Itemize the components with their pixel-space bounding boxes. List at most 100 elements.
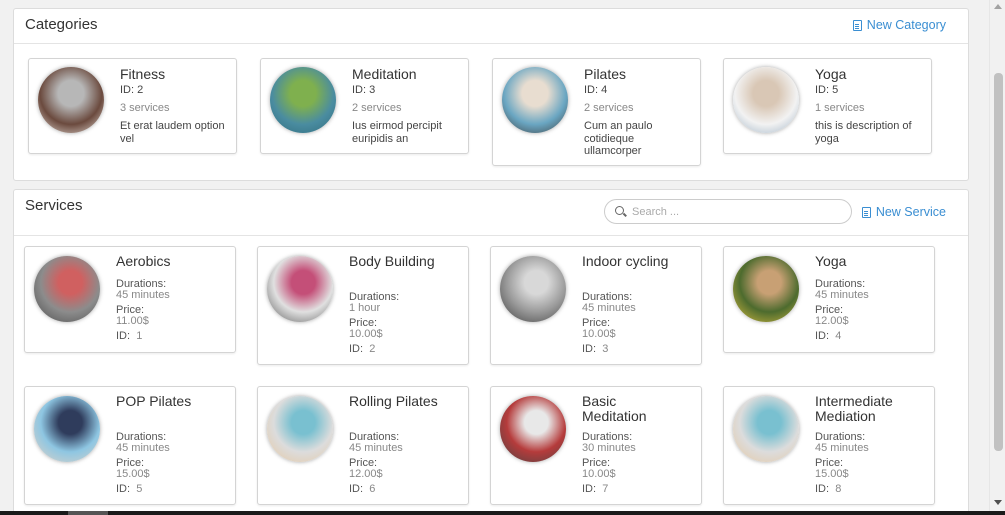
service-id: 5	[136, 483, 143, 495]
service-image	[733, 256, 799, 322]
service-id: 4	[835, 330, 842, 342]
service-image	[733, 396, 799, 462]
category-card-fitness[interactable]: Fitness ID: 2 3 services Et erat laudem …	[28, 58, 237, 154]
category-card-pilates[interactable]: Pilates ID: 4 2 services Cum an paulo co…	[492, 58, 701, 166]
horizontal-scrollbar[interactable]	[0, 511, 1005, 515]
service-price: 10.00$	[582, 468, 616, 480]
service-id-row: ID: 3	[582, 344, 636, 355]
service-name: Aerobics	[116, 253, 171, 269]
service-card[interactable]: Indoor cycling Durations: 45 minutes Price:…	[490, 246, 702, 365]
service-name: Basic Meditation	[582, 393, 647, 424]
service-name: Rolling Pilates	[349, 393, 438, 409]
new-category-button[interactable]: New Category	[852, 18, 946, 32]
service-name: POP Pilates	[116, 393, 192, 409]
id-label: ID:	[349, 483, 364, 495]
service-image	[500, 396, 566, 462]
service-image	[267, 396, 333, 462]
category-name: Yoga	[815, 66, 847, 82]
service-price: 11.00$	[116, 315, 149, 327]
categories-header: Categories New Category	[14, 9, 968, 44]
service-id: 1	[136, 330, 143, 342]
service-meta: Durations: 45 minutes Price: 15.00$ ID: 8	[815, 432, 869, 495]
service-id-row: ID: 4	[815, 331, 869, 342]
service-price: 15.00$	[116, 468, 150, 480]
service-price: 12.00$	[815, 315, 849, 327]
service-id-row: ID: 5	[116, 484, 170, 495]
service-id: 6	[369, 483, 376, 495]
category-count: 2 services	[352, 102, 402, 114]
category-id: ID: 3	[352, 84, 376, 96]
service-duration: 30 minutes	[582, 442, 636, 454]
service-card[interactable]: Yoga Durations: 45 minutes Price: 12.00$ ID: …	[723, 246, 935, 353]
service-id-row: ID: 6	[349, 484, 403, 495]
category-card-meditation[interactable]: Meditation ID: 3 2 services Ius eirmod p…	[260, 58, 469, 154]
category-name: Fitness	[120, 66, 166, 82]
service-duration: 45 minutes	[116, 442, 170, 454]
category-image	[733, 67, 799, 133]
categories-panel: Categories New Category Fitness ID: 2 3 …	[13, 8, 969, 181]
service-duration: 1 hour	[349, 302, 381, 314]
service-card[interactable]: Intermediate Mediation Durations: 45 minut…	[723, 386, 935, 505]
new-service-button[interactable]: New Service	[861, 205, 946, 219]
service-card[interactable]: Basic Meditation Durations: 30 minutes Pric…	[490, 386, 702, 505]
service-image	[34, 256, 100, 322]
service-name: Indoor cycling	[582, 253, 669, 269]
scroll-down-arrow-icon[interactable]	[994, 500, 1002, 505]
services-header: Services New Service	[14, 190, 968, 236]
document-icon	[861, 206, 871, 218]
service-duration: 45 minutes	[116, 289, 170, 301]
category-id: ID: 5	[815, 84, 839, 96]
service-id-row: ID: 8	[815, 484, 869, 495]
service-meta: Durations: 45 minutes Price: 11.00$ ID: 1	[116, 279, 170, 342]
search-input[interactable]	[632, 203, 842, 221]
service-price: 12.00$	[349, 468, 383, 480]
category-name: Pilates	[584, 66, 627, 82]
category-description: Ius eirmod percipit euripidis an	[352, 120, 442, 145]
service-card[interactable]: Aerobics Durations: 45 minutes Price: 11.00$…	[24, 246, 236, 353]
services-panel: Services New Service AerobicsDurations:4…	[13, 189, 969, 515]
service-card[interactable]: POP Pilates Durations: 45 minutes Price: 15.…	[24, 386, 236, 505]
id-label: ID:	[815, 330, 830, 342]
id-label: ID:	[349, 343, 364, 355]
categories-title: Categories	[25, 16, 98, 33]
new-service-label: New Service	[875, 205, 946, 219]
service-image	[267, 256, 333, 322]
category-id: ID: 4	[584, 84, 608, 96]
service-id-row: ID: 1	[116, 331, 170, 342]
category-count: 2 services	[584, 102, 634, 114]
scroll-thumb[interactable]	[994, 73, 1003, 451]
category-image	[270, 67, 336, 133]
category-image	[502, 67, 568, 133]
id-label: ID:	[815, 483, 830, 495]
service-id: 8	[835, 483, 842, 495]
service-id-row: ID: 7	[582, 484, 636, 495]
category-description: Et erat laudem option vel	[120, 120, 225, 145]
category-count: 1 services	[815, 102, 865, 114]
id-label: ID:	[116, 330, 131, 342]
scroll-up-arrow-icon[interactable]	[994, 4, 1002, 9]
category-count: 3 services	[120, 102, 170, 114]
service-name: Yoga	[815, 253, 847, 269]
search-box[interactable]	[604, 199, 852, 224]
id-label: ID:	[582, 483, 597, 495]
service-meta: Durations: 45 minutes Price: 12.00$ ID: 6	[349, 432, 403, 495]
document-icon	[852, 19, 862, 31]
vertical-scrollbar[interactable]	[989, 0, 1005, 515]
category-image	[38, 67, 104, 133]
service-meta: Durations: 1 hour Price: 10.00$ ID: 2	[349, 292, 399, 355]
service-duration: 45 minutes	[349, 442, 403, 454]
service-name: Intermediate Mediation	[815, 393, 893, 424]
id-label: ID:	[116, 483, 131, 495]
service-card[interactable]: Body Building Durations: 1 hour Price: 10.00…	[257, 246, 469, 365]
service-id: 7	[602, 483, 609, 495]
service-price: 10.00$	[349, 328, 383, 340]
horizontal-scroll-thumb[interactable]	[68, 511, 108, 515]
service-price: 10.00$	[582, 328, 616, 340]
new-category-label: New Category	[866, 18, 946, 32]
category-card-yoga[interactable]: Yoga ID: 5 1 services this is descriptio…	[723, 58, 932, 154]
service-card[interactable]: Rolling Pilates Durations: 45 minutes Price…	[257, 386, 469, 505]
service-image	[34, 396, 100, 462]
service-meta: Durations: 45 minutes Price: 10.00$ ID: 3	[582, 292, 636, 355]
service-id: 3	[602, 343, 609, 355]
id-label: ID:	[582, 343, 597, 355]
